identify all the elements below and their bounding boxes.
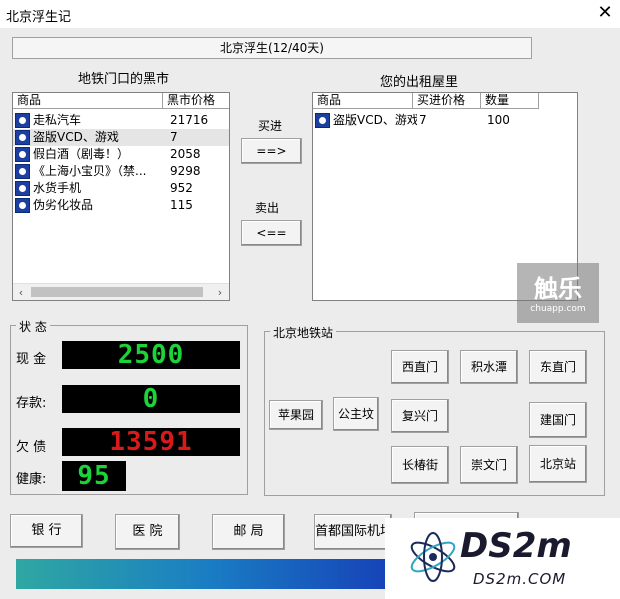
post-office-button[interactable]: 邮 局 bbox=[212, 514, 285, 550]
goods-icon bbox=[15, 198, 30, 213]
home-header-qty[interactable]: 数量 bbox=[481, 93, 539, 109]
station-jishuitan[interactable]: 积水潭 bbox=[460, 350, 518, 384]
market-header-price[interactable]: 黑市价格 bbox=[163, 93, 229, 109]
station-chongwenmen[interactable]: 崇文门 bbox=[460, 446, 518, 484]
airport-button[interactable]: 首都国际机场 bbox=[314, 514, 392, 550]
station-beijingzhan[interactable]: 北京站 bbox=[529, 445, 587, 483]
hospital-button[interactable]: 医 院 bbox=[115, 514, 180, 550]
deposit-label: 存款: bbox=[16, 396, 47, 411]
buy-label: 买进 bbox=[258, 119, 283, 133]
debt-display: 13591 bbox=[62, 428, 240, 456]
station-gongzhufen[interactable]: 公主坟 bbox=[333, 397, 379, 431]
health-label: 健康: bbox=[16, 472, 47, 487]
buy-button[interactable]: ==> bbox=[241, 138, 302, 164]
market-header-item[interactable]: 商品 bbox=[13, 93, 163, 109]
close-icon[interactable]: ✕ bbox=[594, 2, 616, 23]
window-title: 北京浮生记 bbox=[6, 10, 72, 25]
home-header-item[interactable]: 商品 bbox=[313, 93, 413, 109]
bank-button[interactable]: 银 行 bbox=[10, 514, 83, 548]
goods-icon bbox=[315, 113, 330, 128]
list-item[interactable]: 盗版VCD、游戏 7 100 bbox=[313, 112, 577, 129]
scroll-left-icon[interactable]: ‹ bbox=[14, 286, 28, 299]
goods-icon bbox=[15, 181, 30, 196]
cash-label: 现 金 bbox=[16, 352, 47, 367]
scroll-right-icon[interactable]: › bbox=[213, 286, 227, 299]
list-item[interactable]: 伪劣化妆品 115 bbox=[13, 197, 229, 214]
sell-label: 卖出 bbox=[255, 201, 280, 215]
list-item[interactable]: 《上海小宝贝》（禁... 9298 bbox=[13, 163, 229, 180]
sell-button[interactable]: <== bbox=[241, 220, 302, 246]
day-status: 北京浮生(12/40天) bbox=[12, 37, 532, 59]
atom-icon bbox=[410, 532, 456, 582]
ds2m-watermark: DS2m DS2m.COM bbox=[385, 518, 620, 599]
list-item[interactable]: 盗版VCD、游戏 7 bbox=[13, 129, 229, 146]
market-list[interactable]: 商品 黑市价格 走私汽车 21716 盗版VCD、游戏 7 假白酒（剧毒！） 2… bbox=[12, 92, 230, 301]
title-bar: 北京浮生记 ✕ bbox=[0, 0, 620, 28]
station-fuxingmen[interactable]: 复兴门 bbox=[391, 399, 449, 433]
cash-display: 2500 bbox=[62, 341, 240, 369]
scroll-thumb[interactable] bbox=[31, 287, 203, 297]
goods-icon bbox=[15, 164, 30, 179]
station-xizhimen[interactable]: 西直门 bbox=[391, 350, 449, 384]
station-dongzhimen[interactable]: 东直门 bbox=[529, 350, 587, 384]
chuapp-watermark: 触乐 chuapp.com bbox=[517, 263, 599, 323]
home-header-price[interactable]: 买进价格 bbox=[413, 93, 481, 109]
list-item[interactable]: 水货手机 952 bbox=[13, 180, 229, 197]
home-title: 您的出租屋里 bbox=[380, 75, 459, 90]
debt-label: 欠 债 bbox=[16, 440, 47, 455]
status-title: 状 态 bbox=[16, 318, 50, 335]
list-item[interactable]: 假白酒（剧毒！） 2058 bbox=[13, 146, 229, 163]
station-jianguomen[interactable]: 建国门 bbox=[529, 402, 587, 438]
goods-icon bbox=[15, 113, 30, 128]
subway-title: 北京地铁站 bbox=[270, 324, 337, 341]
day-progress-bar bbox=[16, 559, 396, 589]
goods-icon bbox=[15, 130, 30, 145]
deposit-display: 0 bbox=[62, 385, 240, 413]
list-item[interactable]: 走私汽车 21716 bbox=[13, 112, 229, 129]
market-title: 地铁门口的黑市 bbox=[78, 72, 170, 87]
market-hscroll[interactable]: ‹ › bbox=[13, 283, 229, 300]
goods-icon bbox=[15, 147, 30, 162]
health-display: 95 bbox=[62, 461, 126, 491]
station-pingguoyuan[interactable]: 苹果园 bbox=[269, 400, 323, 430]
station-changchunjie[interactable]: 长椿街 bbox=[391, 446, 449, 484]
